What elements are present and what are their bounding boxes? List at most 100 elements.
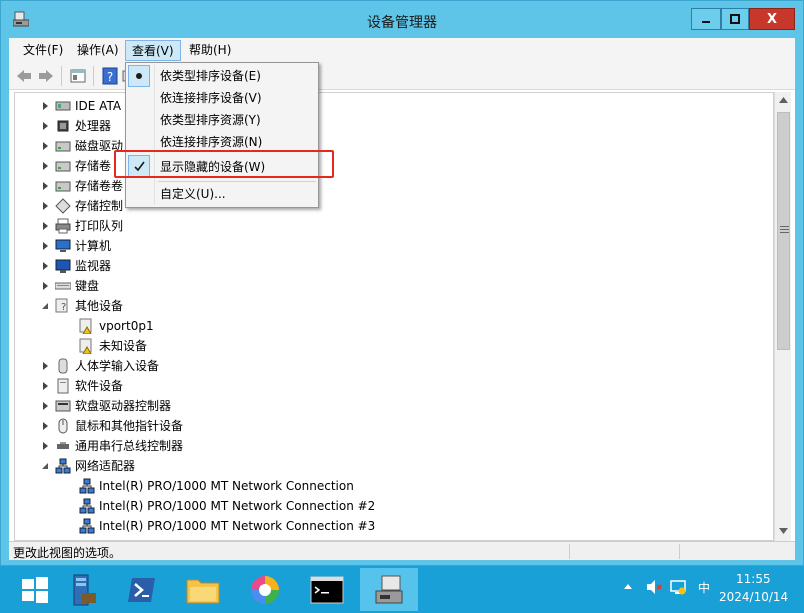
tree-item-usb-controllers[interactable]: 通用串行总线控制器 bbox=[43, 436, 743, 456]
taskbar-browser[interactable] bbox=[236, 568, 294, 611]
device-manager-window: 设备管理器 X 文件(F) 操作(A) 查看(V) 帮助(H) ? IDE AT… bbox=[0, 0, 804, 566]
tree-item-label: 监视器 bbox=[75, 259, 112, 273]
menu-help[interactable]: 帮助(H) bbox=[183, 40, 237, 61]
expand-arrow-icon[interactable] bbox=[43, 362, 48, 370]
expand-arrow-icon[interactable] bbox=[43, 122, 48, 130]
tree-item-keyboard[interactable]: 键盘 bbox=[43, 276, 743, 296]
keyboard-icon bbox=[55, 282, 71, 290]
expand-arrow-icon[interactable] bbox=[43, 222, 48, 230]
tree-item-monitors[interactable]: 监视器 bbox=[43, 256, 743, 276]
tree-item-mice[interactable]: 鼠标和其他指针设备 bbox=[43, 416, 743, 436]
ide-controller-icon bbox=[55, 101, 71, 111]
expand-arrow-icon[interactable] bbox=[43, 162, 48, 170]
tree-item-network-adapters[interactable]: 网络适配器 bbox=[42, 456, 743, 476]
taskbar-command-prompt[interactable] bbox=[298, 568, 356, 611]
windows-logo-icon bbox=[22, 576, 48, 603]
tree-item-label: 鼠标和其他指针设备 bbox=[75, 419, 184, 433]
menu-action[interactable]: 操作(A) bbox=[71, 40, 125, 61]
expand-arrow-icon[interactable] bbox=[43, 402, 48, 410]
properties-icon[interactable] bbox=[69, 67, 87, 85]
menu-item-sort-devices-by-connection[interactable]: 依连接排序设备(V) bbox=[160, 88, 262, 108]
annotation-highlight-box bbox=[114, 150, 334, 178]
browser-icon bbox=[251, 575, 279, 604]
clock-time[interactable]: 11:55 bbox=[736, 572, 771, 586]
help-icon[interactable]: ? bbox=[101, 67, 119, 85]
folder-icon bbox=[186, 579, 220, 603]
expand-arrow-icon[interactable] bbox=[43, 142, 48, 150]
tree-item-network-adapter-2[interactable]: Intel(R) PRO/1000 MT Network Connection … bbox=[15, 496, 715, 516]
show-hidden-icons-icon[interactable] bbox=[623, 582, 633, 592]
menu-view[interactable]: 查看(V) bbox=[125, 40, 181, 61]
tree-item-print-queues[interactable]: 打印队列 bbox=[43, 216, 743, 236]
tree-item-label: 处理器 bbox=[75, 119, 112, 133]
menu-item-sort-resources-by-connection[interactable]: 依连接排序资源(N) bbox=[160, 132, 262, 152]
storage-controller-icon bbox=[55, 198, 71, 214]
expand-arrow-icon[interactable] bbox=[43, 442, 48, 450]
printer-icon bbox=[55, 218, 71, 234]
tree-item-label: 存储控制 bbox=[75, 199, 124, 213]
ime-indicator[interactable]: 中 bbox=[698, 579, 710, 596]
title-bar[interactable]: 设备管理器 X bbox=[1, 1, 803, 37]
close-button[interactable]: X bbox=[749, 8, 795, 30]
speaker-muted-icon[interactable] bbox=[645, 578, 663, 596]
expand-arrow-icon[interactable] bbox=[43, 262, 48, 270]
network-adapter-icon bbox=[79, 518, 95, 534]
status-divider bbox=[679, 544, 680, 559]
tree-item-label: 网络适配器 bbox=[75, 459, 136, 473]
menu-item-customize[interactable]: 自定义(U)... bbox=[160, 184, 226, 204]
tree-item-label: 键盘 bbox=[75, 279, 100, 293]
maximize-button[interactable] bbox=[721, 8, 749, 30]
scroll-down-arrow-icon[interactable] bbox=[778, 526, 789, 536]
tree-item-software-devices[interactable]: 软件设备 bbox=[43, 376, 743, 396]
clock-date[interactable]: 2024/10/14 bbox=[719, 590, 788, 604]
expand-arrow-icon[interactable] bbox=[43, 182, 48, 190]
collapse-arrow-icon[interactable] bbox=[42, 303, 48, 309]
tree-item-label: Intel(R) PRO/1000 MT Network Connection … bbox=[99, 519, 376, 533]
tree-item-network-adapter-3[interactable]: Intel(R) PRO/1000 MT Network Connection … bbox=[15, 516, 715, 536]
tree-item-human-interface-devices[interactable]: 人体学输入设备 bbox=[43, 356, 743, 376]
tree-item-label: vport0p1 bbox=[99, 319, 154, 333]
maximize-icon bbox=[730, 14, 740, 24]
tree-item-floppy-controllers[interactable]: 软盘驱动器控制器 bbox=[43, 396, 743, 416]
scroll-up-arrow-icon[interactable] bbox=[778, 95, 789, 105]
tree-item-label: Intel(R) PRO/1000 MT Network Connection … bbox=[99, 499, 376, 513]
taskbar-device-manager[interactable] bbox=[360, 568, 418, 611]
tree-item-label: 未知设备 bbox=[99, 339, 148, 353]
tree-item-label: 计算机 bbox=[75, 239, 112, 253]
expand-arrow-icon[interactable] bbox=[43, 282, 48, 290]
taskbar-server-manager[interactable] bbox=[52, 568, 110, 611]
expand-arrow-icon[interactable] bbox=[43, 202, 48, 210]
hid-device-icon bbox=[58, 358, 68, 374]
server-manager-icon bbox=[73, 574, 96, 605]
processor-icon bbox=[57, 120, 69, 132]
menu-file[interactable]: 文件(F) bbox=[17, 40, 69, 61]
menu-item-sort-resources-by-type[interactable]: 依类型排序资源(Y) bbox=[160, 110, 261, 130]
tree-item-computer[interactable]: 计算机 bbox=[43, 236, 743, 256]
tree-item-label: 其他设备 bbox=[75, 299, 124, 313]
tree-item-network-adapter[interactable]: Intel(R) PRO/1000 MT Network Connection bbox=[15, 476, 715, 496]
minimize-button[interactable] bbox=[691, 8, 721, 30]
taskbar-file-explorer[interactable] bbox=[174, 568, 232, 611]
vertical-scrollbar[interactable] bbox=[774, 92, 791, 541]
tree-item-unknown-device[interactable]: 未知设备 bbox=[15, 336, 715, 356]
tree-item-other-devices[interactable]: ? 其他设备 bbox=[42, 296, 743, 316]
menu-gutter-line bbox=[154, 65, 155, 205]
expand-arrow-icon[interactable] bbox=[43, 382, 48, 390]
expand-arrow-icon[interactable] bbox=[43, 422, 48, 430]
scroll-thumb[interactable] bbox=[777, 112, 790, 350]
status-bar: 更改此视图的选项。 bbox=[9, 541, 795, 560]
expand-arrow-icon[interactable] bbox=[43, 242, 48, 250]
network-icon[interactable] bbox=[669, 578, 687, 596]
expand-arrow-icon[interactable] bbox=[43, 102, 48, 110]
back-arrow-icon[interactable] bbox=[15, 67, 33, 85]
warning-device-icon bbox=[79, 318, 92, 334]
menu-item-sort-devices-by-type[interactable]: 依类型排序设备(E) bbox=[160, 66, 261, 86]
forward-arrow-icon[interactable] bbox=[37, 67, 55, 85]
disk-drive-icon bbox=[55, 161, 71, 172]
tree-item-label: 打印队列 bbox=[75, 219, 124, 233]
collapse-arrow-icon[interactable] bbox=[42, 463, 48, 469]
tree-item-label: Intel(R) PRO/1000 MT Network Connection bbox=[99, 479, 354, 493]
grip-icon bbox=[780, 226, 789, 233]
taskbar-powershell[interactable] bbox=[113, 568, 171, 611]
tree-item-vport0p1[interactable]: vport0p1 bbox=[15, 316, 715, 336]
